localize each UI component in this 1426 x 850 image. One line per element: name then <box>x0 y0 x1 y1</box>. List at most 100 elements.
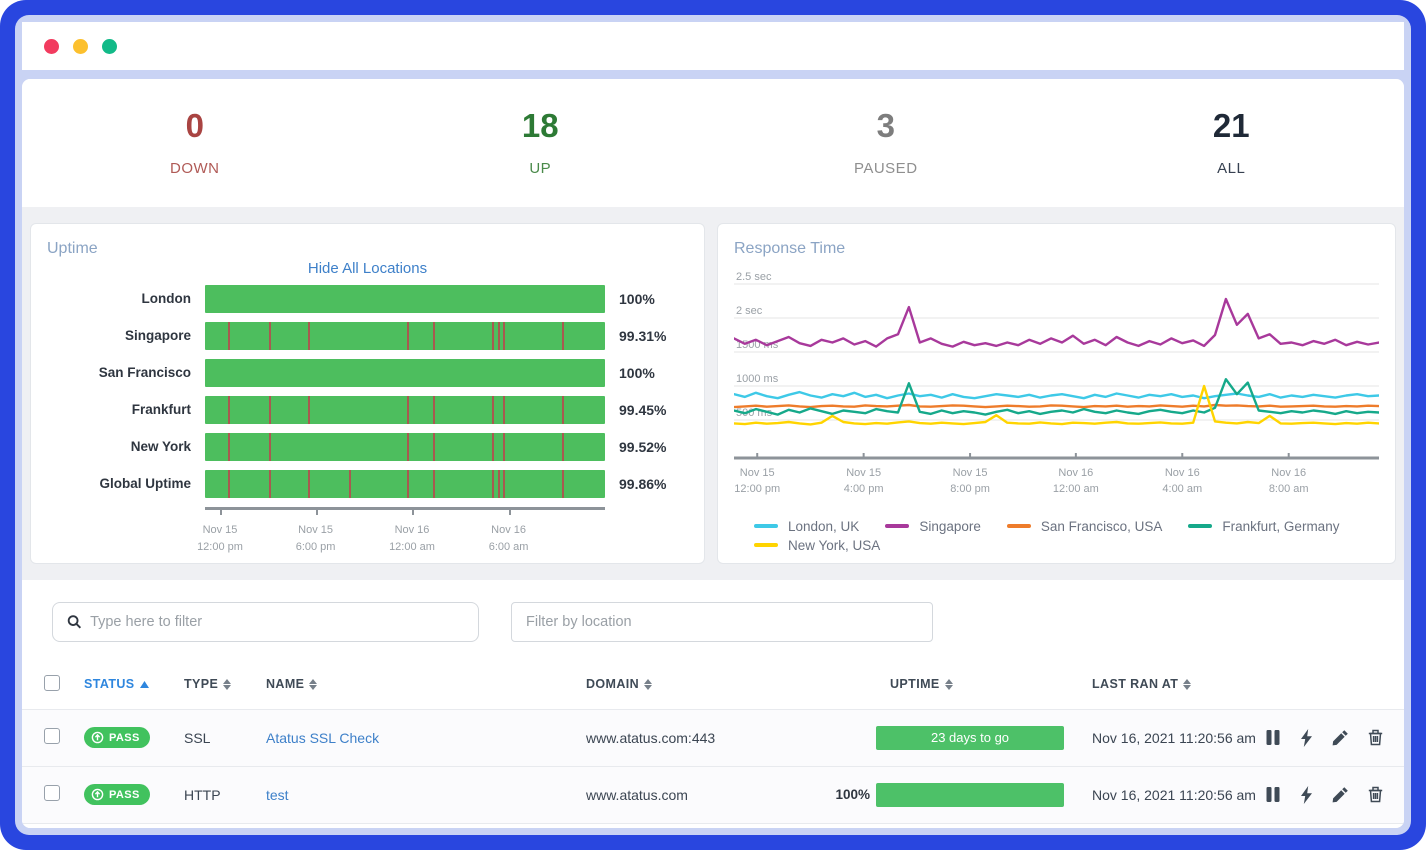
delete-button[interactable] <box>1366 784 1385 806</box>
svg-text:Nov 16: Nov 16 <box>1165 467 1200 479</box>
uptime-percentage-value: 99.86% <box>605 476 666 492</box>
column-header-status[interactable]: STATUS <box>84 677 184 691</box>
downtime-incident-tick <box>269 396 271 424</box>
window-minimize-dot[interactable] <box>73 39 88 54</box>
legend-item[interactable]: San Francisco, USA <box>1007 519 1163 534</box>
hide-all-locations-link[interactable]: Hide All Locations <box>47 260 688 277</box>
stat-all[interactable]: 21 ALL <box>1059 105 1405 177</box>
uptime-x-axis: Nov 1512:00 pmNov 156:00 pmNov 1612:00 a… <box>205 507 605 561</box>
svg-text:12:00 am: 12:00 am <box>1053 483 1099 495</box>
uptime-location-label: New York <box>47 439 205 454</box>
column-header-last-ran-label: LAST RAN AT <box>1092 677 1178 691</box>
downtime-incident-tick <box>228 433 230 461</box>
run-now-button[interactable] <box>1298 727 1315 749</box>
downtime-incident-tick <box>407 433 409 461</box>
downtime-incident-tick <box>562 322 564 350</box>
bolt-icon <box>1300 729 1313 747</box>
uptime-progress-bar: 23 days to go <box>876 726 1064 750</box>
downtime-incident-tick <box>228 470 230 498</box>
axis-tick-label: Nov 166:00 am <box>489 522 529 557</box>
column-header-domain-label: DOMAIN <box>586 677 639 691</box>
pause-button[interactable] <box>1263 727 1283 749</box>
edit-button[interactable] <box>1330 784 1351 806</box>
uptime-location-label: Global Uptime <box>47 476 205 491</box>
table-header-row: STATUS TYPE NAME DOMAIN <box>22 660 1404 710</box>
uptime-bar[interactable] <box>205 359 605 387</box>
downtime-incident-tick <box>498 470 500 498</box>
svg-text:Nov 16: Nov 16 <box>1271 467 1306 479</box>
column-header-status-label: STATUS <box>84 677 135 691</box>
downtime-incident-tick <box>433 396 435 424</box>
select-all-checkbox[interactable] <box>44 675 60 691</box>
legend-item[interactable]: Singapore <box>885 519 981 534</box>
window-inner-frame: 0 DOWN 18 UP 3 PAUSED 21 ALL <box>15 15 1411 835</box>
axis-tick-mark <box>412 509 414 515</box>
legend-item[interactable]: New York, USA <box>754 538 880 553</box>
legend-item[interactable]: Frankfurt, Germany <box>1188 519 1339 534</box>
location-filter-input[interactable] <box>526 614 918 630</box>
legend-item[interactable]: London, UK <box>754 519 859 534</box>
search-input[interactable] <box>90 614 464 630</box>
legend-swatch <box>1007 524 1031 528</box>
trash-icon <box>1368 786 1383 803</box>
uptime-chart-row: San Francisco100% <box>47 359 688 387</box>
svg-text:Nov 15: Nov 15 <box>740 467 775 479</box>
sort-asc-icon <box>140 681 149 688</box>
stat-up[interactable]: 18 UP <box>368 105 714 177</box>
downtime-incident-tick <box>562 396 564 424</box>
downtime-incident-tick <box>492 433 494 461</box>
uptime-bar[interactable] <box>205 433 605 461</box>
uptime-cell: 23 days to go <box>828 726 1078 750</box>
series-line <box>734 299 1379 347</box>
uptime-percentage-value: 99.31% <box>605 328 666 344</box>
axis-tick-mark <box>316 509 318 515</box>
stat-all-label: ALL <box>1059 160 1405 177</box>
run-now-button[interactable] <box>1298 784 1315 806</box>
downtime-incident-tick <box>349 470 351 498</box>
downtime-incident-tick <box>308 322 310 350</box>
uptime-bar[interactable] <box>205 285 605 313</box>
sort-both-icon <box>309 679 317 690</box>
column-header-uptime[interactable]: UPTIME <box>828 677 1078 691</box>
sort-both-icon <box>945 679 953 690</box>
monitor-name-link[interactable]: test <box>266 787 289 803</box>
series-line <box>734 392 1379 398</box>
pause-button[interactable] <box>1263 784 1283 806</box>
uptime-cell: 100% <box>828 783 1078 807</box>
downtime-incident-tick <box>269 470 271 498</box>
response-time-line-chart: 2.5 sec2 sec1500 ms1000 ms500 msNov 1512… <box>734 268 1379 515</box>
column-header-domain[interactable]: DOMAIN <box>566 677 828 691</box>
column-header-type[interactable]: TYPE <box>184 677 266 691</box>
uptime-chart-row: London100% <box>47 285 688 313</box>
uptime-panel-title: Uptime <box>47 240 688 258</box>
stat-up-value: 18 <box>368 105 714 148</box>
uptime-bar[interactable] <box>205 470 605 498</box>
svg-text:12:00 pm: 12:00 pm <box>734 483 780 495</box>
downtime-incident-tick <box>228 322 230 350</box>
downtime-incident-tick <box>308 470 310 498</box>
stat-paused-label: PAUSED <box>713 160 1059 177</box>
uptime-bar[interactable] <box>205 322 605 350</box>
downtime-incident-tick <box>269 322 271 350</box>
downtime-incident-tick <box>433 433 435 461</box>
window-maximize-dot[interactable] <box>102 39 117 54</box>
row-checkbox[interactable] <box>44 785 60 801</box>
stat-paused[interactable]: 3 PAUSED <box>713 105 1059 177</box>
uptime-bar[interactable] <box>205 396 605 424</box>
delete-button[interactable] <box>1366 727 1385 749</box>
status-badge: PASS <box>84 784 150 805</box>
charts-row: Uptime Hide All Locations London100% Sing… <box>22 223 1404 564</box>
svg-text:2 sec: 2 sec <box>736 305 763 317</box>
column-header-name[interactable]: NAME <box>266 677 566 691</box>
edit-button[interactable] <box>1330 727 1351 749</box>
type-cell: HTTP <box>184 787 266 803</box>
monitor-name-link[interactable]: Atatus SSL Check <box>266 730 379 746</box>
uptime-chart-row: New York99.52% <box>47 433 688 461</box>
uptime-panel: Uptime Hide All Locations London100%Sing… <box>30 223 705 564</box>
stat-down[interactable]: 0 DOWN <box>22 105 368 177</box>
legend-swatch <box>885 524 909 528</box>
column-header-last-ran[interactable]: LAST RAN AT <box>1078 677 1263 691</box>
row-checkbox[interactable] <box>44 728 60 744</box>
window-close-dot[interactable] <box>44 39 59 54</box>
sort-both-icon <box>223 679 231 690</box>
